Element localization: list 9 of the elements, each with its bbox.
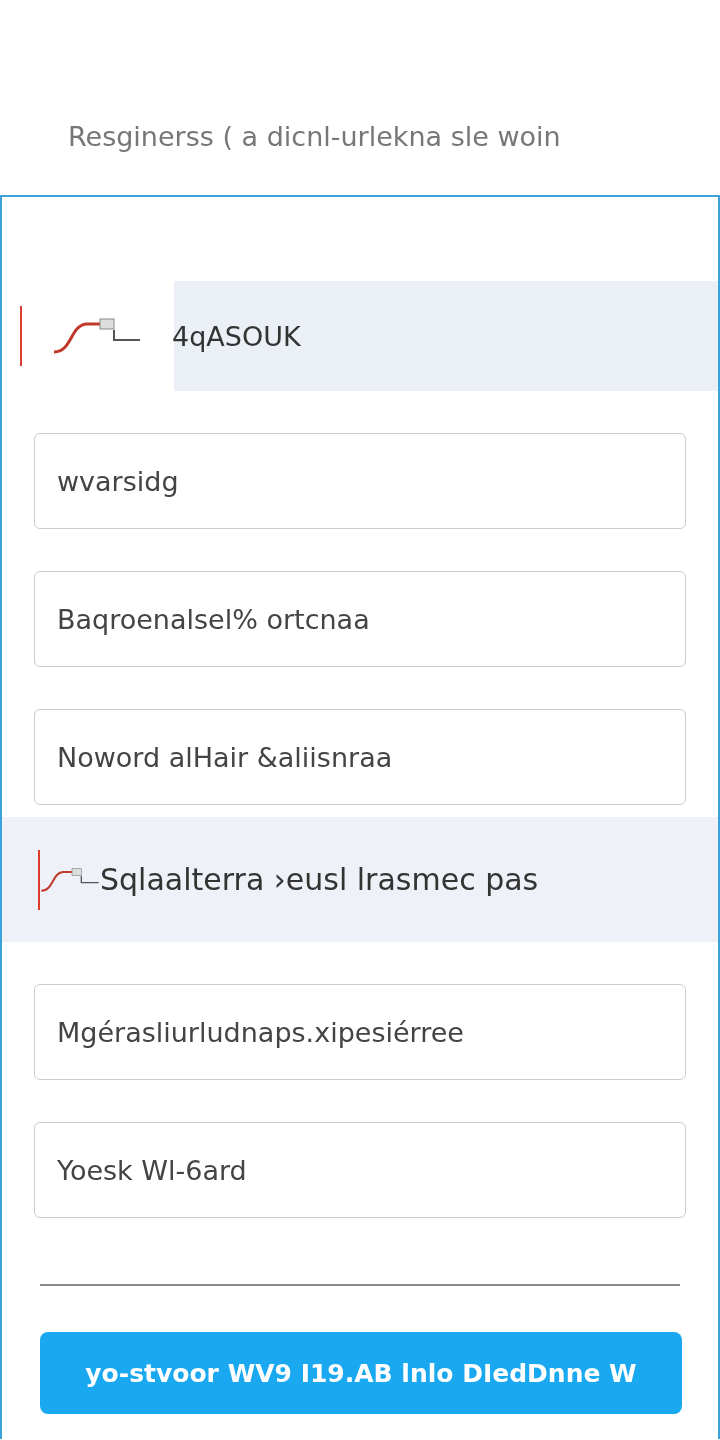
text-field[interactable]: Noword alHair &aliisnraa <box>34 709 686 805</box>
form-title: Resginerss ( a dicnl-urlekna sle woin <box>67 120 562 154</box>
section-heading: Sqlaalterra ›eusl lrasmec pas <box>100 862 539 897</box>
text-field[interactable]: Baqroenalsel% ortcnaa <box>34 571 686 667</box>
text-field[interactable]: wvarsidg <box>34 433 686 529</box>
text-field[interactable]: Mgérasliurludnaps.xipesiérree <box>34 984 686 1080</box>
text-field[interactable]: Yoesk Wl-6ard <box>34 1122 686 1218</box>
section-heading: 4qASOUK <box>172 320 301 352</box>
cable-icon <box>52 316 142 356</box>
